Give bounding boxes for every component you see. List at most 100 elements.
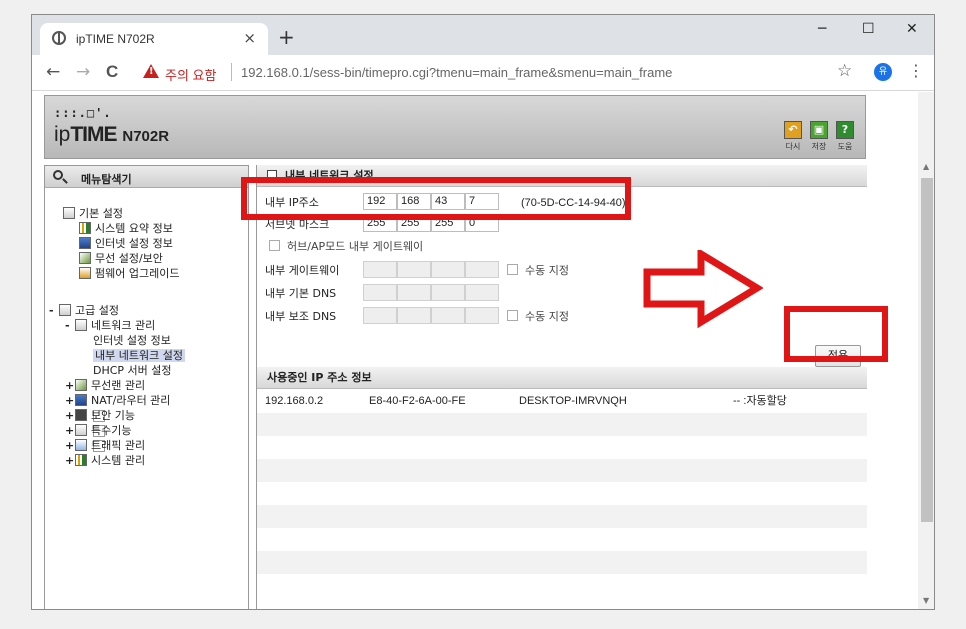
table-row-empty: [257, 482, 867, 505]
dns2-octet-3[interactable]: [431, 307, 465, 324]
table-row-empty: [257, 436, 867, 459]
dns2-octet-2[interactable]: [397, 307, 431, 324]
tree-special[interactable]: + 특수기능: [65, 423, 131, 438]
new-tab-button[interactable]: +: [278, 27, 295, 47]
expand-icon[interactable]: +: [65, 438, 75, 453]
help-label: 도움: [837, 142, 853, 151]
router-icon: [75, 394, 87, 406]
folder-icon: [59, 304, 71, 316]
close-window-button[interactable]: ✕: [906, 21, 918, 37]
dns1-octet-4[interactable]: [465, 284, 499, 301]
minimize-button[interactable]: ─: [818, 21, 826, 37]
gateway-octet-3[interactable]: [431, 261, 465, 278]
tree-basic-settings[interactable]: 기본 설정: [63, 206, 123, 221]
table-row-empty: [257, 528, 867, 551]
expand-icon[interactable]: +: [65, 393, 75, 408]
help-icon[interactable]: ?: [836, 121, 854, 139]
logo-time: TIME: [70, 123, 117, 146]
refresh-icon[interactable]: ↶: [784, 121, 802, 139]
table-row-empty: [257, 505, 867, 528]
menu-explorer-header: 메뉴탐색기: [45, 166, 248, 188]
tree-advanced-settings[interactable]: - 고급 설정: [49, 303, 119, 318]
globe-icon: [52, 31, 66, 45]
expand-icon[interactable]: +: [65, 453, 75, 468]
logo-ip: ip: [54, 123, 71, 146]
back-icon[interactable]: ←: [46, 63, 60, 81]
collapse-icon[interactable]: -: [65, 318, 75, 333]
tab-title: ipTIME N702R: [76, 32, 155, 46]
dns2-manual-checkbox[interactable]: [507, 310, 518, 321]
save-action[interactable]: ▣ 저장: [809, 121, 829, 152]
tree-system-summary[interactable]: 시스템 요약 정보: [79, 221, 173, 236]
expand-icon[interactable]: +: [65, 408, 75, 423]
computer-icon: [79, 237, 91, 249]
tree-internal-network[interactable]: 내부 네트워크 설정: [93, 348, 185, 437]
dns1-octet-1[interactable]: [363, 284, 397, 301]
dns2-row: 내부 보조 DNS 수동 지정: [265, 307, 865, 327]
apply-highlight-box: [784, 306, 888, 362]
page-scrollbar[interactable]: ▲ ▼: [918, 92, 934, 609]
row-ip: 192.168.0.2: [265, 395, 324, 407]
profile-avatar[interactable]: 유: [874, 63, 892, 81]
logo-model: N702R: [122, 128, 170, 145]
scroll-down-icon[interactable]: ▼: [923, 596, 929, 605]
lock-icon: [75, 409, 87, 421]
dns2-octet-4[interactable]: [465, 307, 499, 324]
help-action[interactable]: ? 도움: [835, 121, 855, 152]
menu-kebab-icon[interactable]: ⋮: [908, 63, 924, 79]
forward-icon[interactable]: →: [76, 63, 90, 81]
browser-tab[interactable]: ipTIME N702R ×: [40, 23, 268, 55]
scroll-up-icon[interactable]: ▲: [923, 162, 929, 171]
tree-security[interactable]: + 보안 기능: [65, 408, 135, 423]
expand-icon[interactable]: +: [65, 423, 75, 438]
gateway-manual-checkbox[interactable]: [507, 264, 518, 275]
dns1-octet-2[interactable]: [397, 284, 431, 301]
tree-internet-info[interactable]: 인터넷 설정 정보: [79, 236, 173, 251]
expand-icon[interactable]: +: [65, 378, 75, 393]
tree-wlan-management[interactable]: + 무선랜 관리: [65, 378, 145, 393]
warning-icon[interactable]: [143, 64, 159, 78]
table-row-empty: [257, 459, 867, 482]
hub-ap-checkbox[interactable]: [269, 240, 280, 251]
table-row-empty: [257, 413, 867, 436]
insecure-label[interactable]: 주의 요함: [165, 65, 216, 84]
gateway-octet-4[interactable]: [465, 261, 499, 278]
tree-network-management[interactable]: - 네트워크 관리: [65, 318, 155, 333]
dns2-manual-label: 수동 지정: [525, 310, 569, 323]
refresh-action[interactable]: ↶ 다시: [783, 121, 803, 152]
gateway-octet-2[interactable]: [397, 261, 431, 278]
menu-explorer: 메뉴탐색기 기본 설정 시스템 요약 정보 인터넷 설정 정보 무선 설정/보안…: [44, 165, 249, 609]
tree-dhcp-server[interactable]: DHCP 서버 설정: [93, 363, 172, 452]
wireless-icon: [79, 252, 91, 264]
tree-net-internet-info[interactable]: 인터넷 설정 정보: [93, 333, 171, 422]
router-header: :::.□'. ipTIME N702R ↶ 다시 ▣ 저장 ? 도움: [44, 95, 866, 159]
ip-table-title: 사용중인 IP 주소 정보: [267, 371, 372, 384]
tree-wireless-security[interactable]: 무선 설정/보안: [79, 251, 163, 266]
upgrade-icon: [79, 267, 91, 279]
tab-close-icon[interactable]: ×: [243, 29, 256, 47]
collapse-icon[interactable]: -: [49, 303, 59, 318]
address-bar[interactable]: 192.168.0.1/sess-bin/timepro.cgi?tmenu=m…: [241, 65, 672, 80]
chart-icon: [75, 454, 87, 466]
tree-traffic[interactable]: + 트래픽 관리: [65, 438, 145, 453]
dns1-label: 내부 기본 DNS: [265, 287, 337, 300]
reload-icon[interactable]: C: [106, 63, 118, 81]
hub-ap-label: 허브/AP모드 내부 게이트웨이: [287, 240, 424, 253]
wireless-icon: [75, 379, 87, 391]
settings-panel: 내부 네트워크 설정 내부 IP주소 192 . 168 . 43 . 7 (7…: [256, 165, 867, 609]
gateway-octet-1[interactable]: [363, 261, 397, 278]
save-icon[interactable]: ▣: [810, 121, 828, 139]
ip-highlight-box: [241, 177, 631, 220]
traffic-icon: [75, 439, 87, 451]
tree-system-management[interactable]: + 시스템 관리: [65, 453, 145, 468]
maximize-button[interactable]: ☐: [862, 21, 875, 37]
folder-icon: [75, 424, 87, 436]
browser-toolbar: ← → C 주의 요함 192.168.0.1/sess-bin/timepro…: [32, 55, 934, 91]
tree-nat-router[interactable]: + NAT/라우터 관리: [65, 393, 170, 408]
dns2-octet-1[interactable]: [363, 307, 397, 324]
chart-icon: [79, 222, 91, 234]
bookmark-star-icon[interactable]: ☆: [837, 61, 852, 81]
tree-firmware-upgrade[interactable]: 펌웨어 업그레이드: [79, 266, 179, 281]
dns1-octet-3[interactable]: [431, 284, 465, 301]
scroll-thumb[interactable]: [921, 178, 933, 522]
